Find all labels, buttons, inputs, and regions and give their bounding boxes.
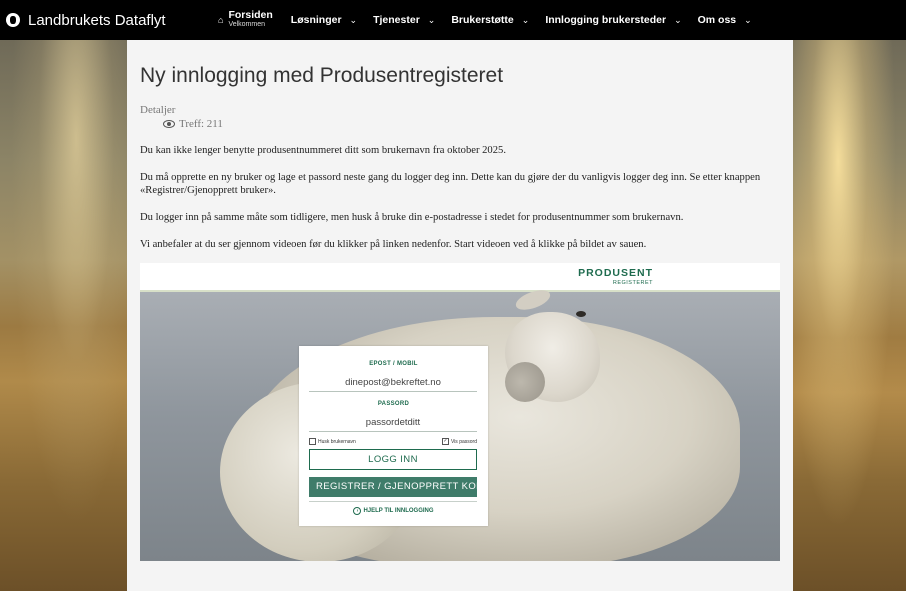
password-field: passordetditt [309, 415, 477, 432]
video-thumbnail-sheep[interactable]: PRODUSENT REGISTERET EPOST / MOBIL dinep… [140, 263, 780, 561]
top-navigation: Landbrukets Dataflyt ⌂ Forsiden Velkomme… [0, 0, 906, 40]
brand-name: Landbrukets Dataflyt [28, 11, 166, 29]
sheep-eye [576, 311, 586, 317]
password-label: PASSORD [377, 401, 410, 407]
nav-item-label: Brukerstøtte [451, 14, 514, 26]
paragraph-4: Vi anbefaler at du ser gjennom videoen f… [140, 239, 647, 250]
login-card: EPOST / MOBIL dinepost@bekreftet.no PASS… [299, 346, 488, 526]
nav-home-title: Forsiden [228, 9, 273, 21]
hits-text: Treff: 211 [179, 118, 223, 130]
nav-item-losninger[interactable]: Løsninger ⌄ [291, 14, 357, 26]
paragraph-2: Du må opprette en ny bruker og lage et p… [140, 172, 761, 196]
nav-item-brukerstotte[interactable]: Brukerstøtte ⌄ [451, 14, 529, 26]
remember-checkbox [309, 438, 316, 445]
help-link-label: HJELP TIL INNLOGGING [363, 508, 434, 514]
login-button: LOGG INN [309, 449, 477, 470]
login-options: Husk brukernavn Vis passord [309, 438, 477, 446]
nav-item-label: Innlogging brukersteder [545, 14, 667, 26]
nav-item-label: Tjenester [373, 14, 420, 26]
background-wheat-right [793, 40, 906, 591]
background-wheat-left [0, 40, 127, 591]
remember-label: Husk brukernavn [318, 438, 356, 445]
show-password-label: Vis passord [450, 438, 477, 445]
help-link: › HJELP TIL INNLOGGING [299, 507, 488, 515]
paragraph-3: Du logger inn på samme måte som tidliger… [140, 212, 684, 223]
chevron-down-icon: ⌄ [521, 14, 530, 25]
page-title: Ny innlogging med Produsentregisteret [140, 64, 504, 87]
home-icon: ⌂ [218, 15, 224, 25]
nav-item-label: Om oss [697, 14, 737, 26]
show-password-checkbox [441, 438, 449, 445]
nav-home-subtitle: Velkommen [228, 21, 266, 28]
nav-item-innlogging-brukersteder[interactable]: Innlogging brukersteder ⌄ [545, 14, 681, 26]
brand[interactable]: Landbrukets Dataflyt [6, 0, 166, 40]
chevron-down-icon: ⌄ [744, 14, 752, 25]
hits-counter: Treff: 211 [163, 118, 223, 130]
chevron-right-icon: › [353, 507, 362, 515]
produsent-logo: PRODUSENT [578, 267, 653, 279]
main-menu: ⌂ Forsiden Velkommen Løsninger ⌄ Tjeneste… [218, 0, 768, 40]
sheep-scene: EPOST / MOBIL dinepost@bekreftet.no PASS… [140, 286, 780, 561]
paragraph-1: Du kan ikke lenger benytte produsentnumm… [140, 145, 506, 156]
nav-item-om-oss[interactable]: Om oss ⌄ [698, 14, 752, 26]
email-field: dinepost@bekreftet.no [309, 375, 477, 392]
article-content: Ny innlogging med Produsentregisteret De… [127, 40, 793, 591]
chevron-down-icon: ⌄ [674, 14, 682, 25]
eye-icon [163, 120, 175, 128]
register-button: REGISTRER / GJENOPPRETT KONTO [309, 477, 477, 497]
nav-item-home[interactable]: ⌂ Forsiden Velkommen [218, 10, 273, 30]
chevron-down-icon: ⌄ [427, 14, 436, 25]
image-header: PRODUSENT REGISTERET [140, 263, 780, 292]
divider [309, 501, 477, 502]
nav-item-tjenester[interactable]: Tjenester ⌄ [373, 14, 435, 26]
nav-item-label: Løsninger [290, 14, 342, 26]
details-label: Detaljer [140, 104, 176, 116]
registeret-logo: REGISTERET [612, 280, 653, 286]
sheep-logo-icon [6, 13, 20, 27]
sheep-snout [505, 362, 545, 402]
email-label: EPOST / MOBIL [369, 361, 418, 367]
chevron-down-icon: ⌄ [349, 14, 358, 25]
